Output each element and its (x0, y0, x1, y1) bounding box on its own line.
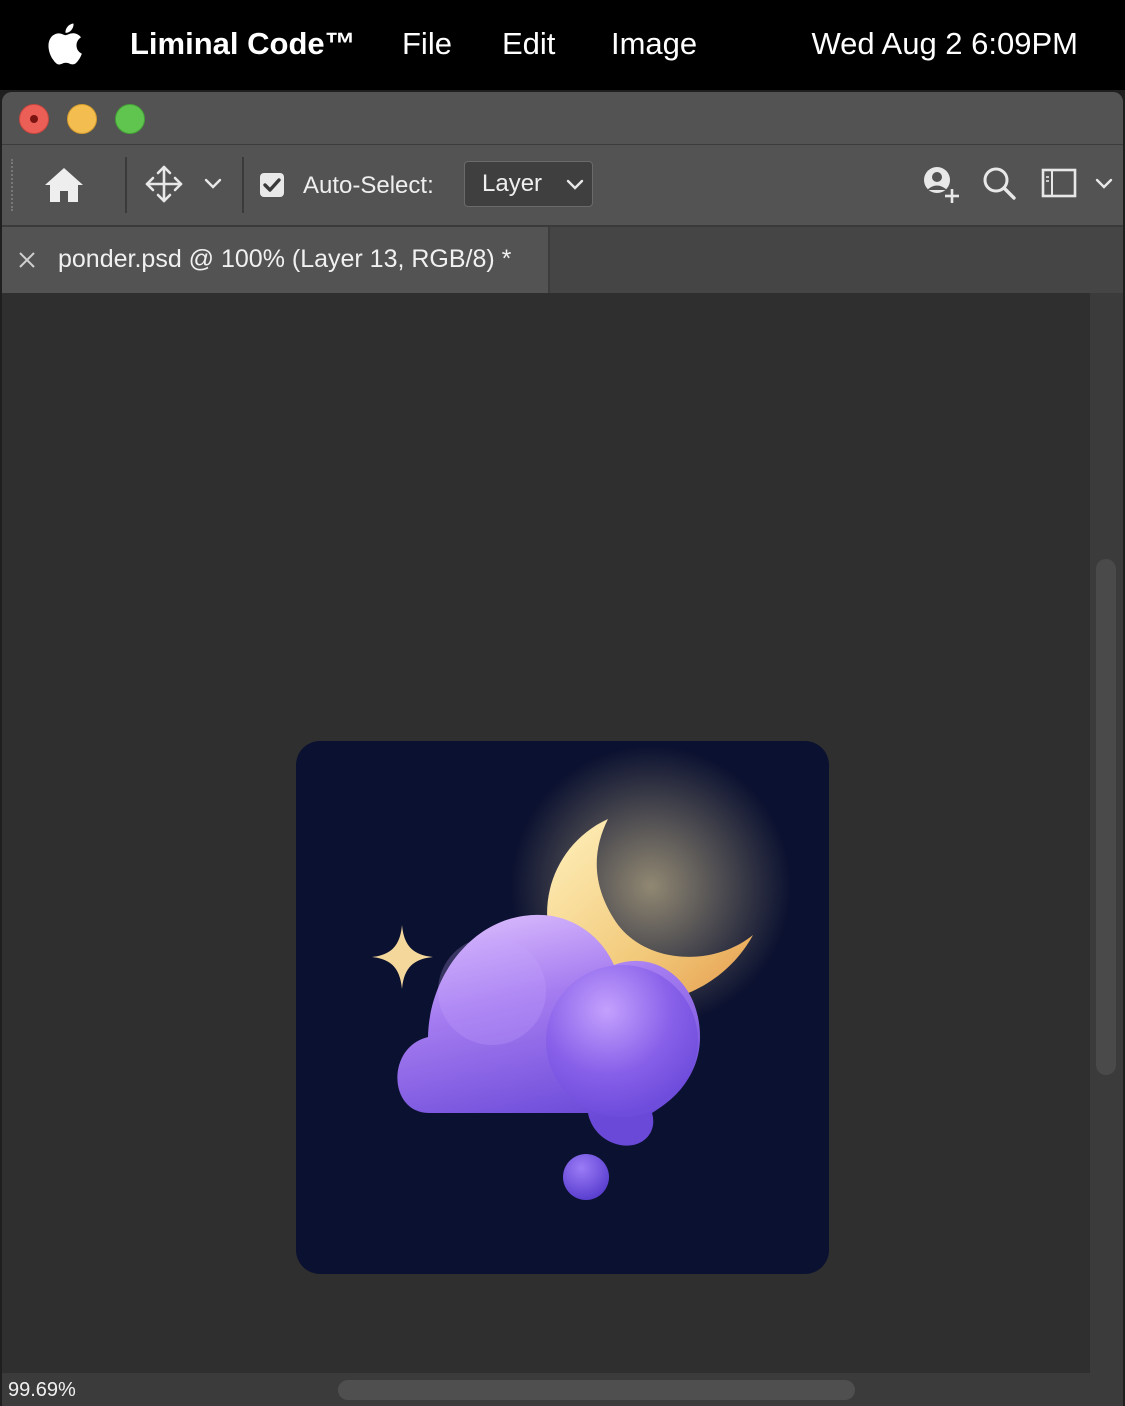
home-icon[interactable] (42, 163, 86, 207)
window-minimize-button[interactable] (67, 104, 97, 134)
auto-select-checkbox[interactable] (260, 173, 284, 197)
apple-logo-icon[interactable] (45, 22, 83, 66)
workspace-icon[interactable] (1041, 167, 1077, 199)
toolbar-divider (125, 157, 127, 213)
app-name-menu[interactable]: Liminal Code™ (130, 24, 356, 64)
menu-edit[interactable]: Edit (502, 24, 555, 64)
chevron-down-icon[interactable] (204, 177, 222, 191)
move-tool-icon[interactable] (143, 163, 185, 205)
window-close-button[interactable] (19, 104, 49, 134)
close-icon[interactable] (17, 250, 37, 270)
menu-bar: Liminal Code™ File Edit Image Wed Aug 2 … (0, 0, 1125, 90)
thought-bubble-dot-icon (563, 1154, 609, 1200)
artboard[interactable] (296, 741, 829, 1274)
auto-select-label: Auto-Select: (303, 172, 434, 199)
toolbar-divider (242, 157, 244, 213)
chevron-down-icon (566, 179, 584, 190)
document-tab-bar: ponder.psd @ 100% (Layer 13, RGB/8) * (2, 227, 1123, 293)
share-user-icon[interactable] (918, 163, 962, 207)
auto-select-target-dropdown[interactable]: Layer (464, 161, 593, 207)
options-toolbar: Auto-Select: Layer (2, 145, 1123, 227)
toolbar-grip-handle[interactable] (11, 159, 17, 211)
vertical-scrollbar[interactable] (1090, 293, 1123, 1373)
window-zoom-button[interactable] (115, 104, 145, 134)
ponder-artwork (372, 746, 791, 1200)
menu-image[interactable]: Image (611, 24, 697, 64)
menu-bar-clock[interactable]: Wed Aug 2 6:09PM (811, 24, 1078, 64)
dropdown-selected-value: Layer (482, 170, 543, 197)
status-bar: 99.69% (2, 1373, 1123, 1406)
scrollbar-corner (1090, 1373, 1123, 1406)
window-titlebar[interactable] (2, 92, 1123, 145)
vertical-scrollbar-thumb[interactable] (1096, 559, 1116, 1075)
document-tab-title: ponder.psd @ 100% (Layer 13, RGB/8) * (58, 245, 512, 273)
sparkle-star-icon (372, 925, 433, 989)
app-window: Auto-Select: Layer ponder.psd @ 100% (La… (2, 92, 1123, 1406)
canvas-workspace[interactable] (2, 293, 1090, 1373)
document-tab[interactable]: ponder.psd @ 100% (Layer 13, RGB/8) * (2, 227, 550, 293)
search-icon[interactable] (981, 165, 1017, 201)
menu-file[interactable]: File (402, 24, 452, 64)
chevron-down-icon[interactable] (1095, 177, 1113, 191)
zoom-level-field[interactable]: 99.69% (8, 1377, 76, 1403)
horizontal-scrollbar-thumb[interactable] (338, 1380, 855, 1400)
